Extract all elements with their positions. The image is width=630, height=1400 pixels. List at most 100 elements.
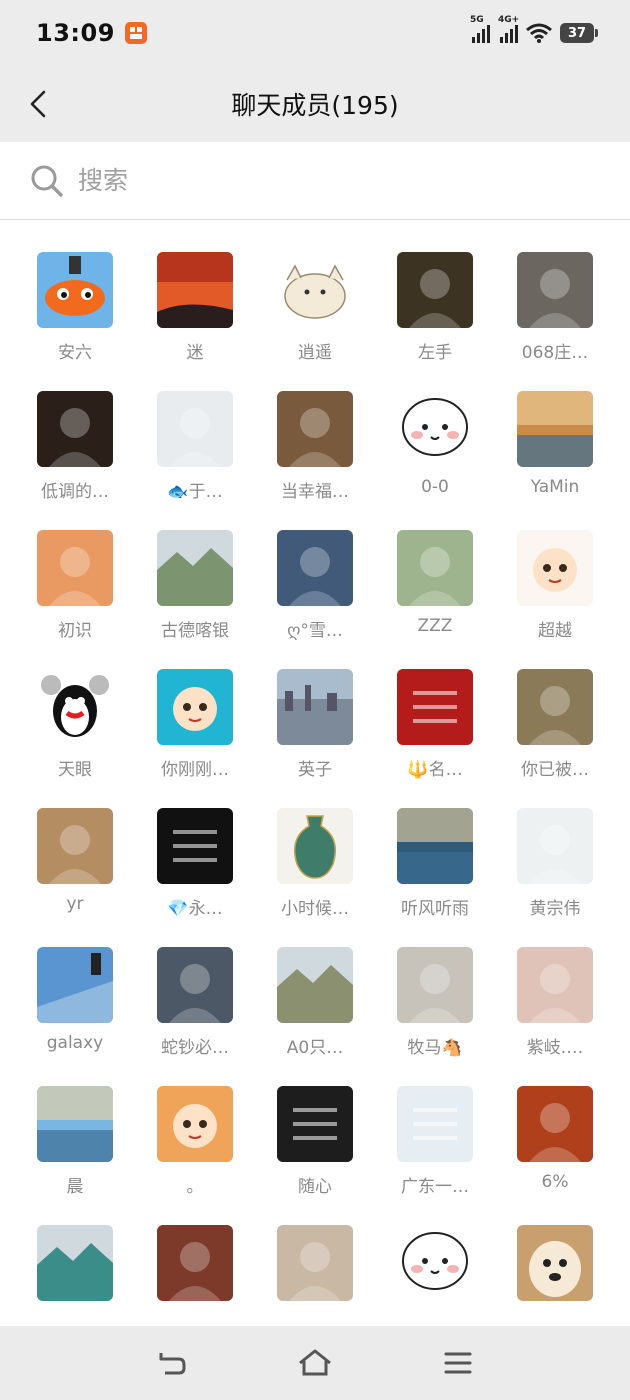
cartoon-avatar[interactable]	[157, 669, 233, 745]
search-input[interactable]	[78, 166, 558, 195]
member-item[interactable]: 天眼	[15, 647, 135, 786]
landscape-avatar[interactable]	[37, 1225, 113, 1301]
member-item[interactable]: 。	[135, 1064, 255, 1203]
member-item[interactable]: 🔱名…	[375, 647, 495, 786]
photo-avatar[interactable]	[277, 530, 353, 606]
cartoon-avatar[interactable]	[517, 530, 593, 606]
member-item[interactable]: 英子	[255, 647, 375, 786]
back-button[interactable]	[18, 84, 58, 124]
member-item[interactable]: 💎永…	[135, 786, 255, 925]
nav-back-button[interactable]	[142, 1338, 202, 1388]
member-item[interactable]: 初识	[15, 508, 135, 647]
photo-avatar[interactable]	[157, 391, 233, 467]
member-item[interactable]: 超越	[495, 508, 615, 647]
photo-avatar[interactable]	[157, 947, 233, 1023]
nav-menu-button[interactable]	[428, 1338, 488, 1388]
member-item[interactable]: 迷	[135, 230, 255, 369]
member-item[interactable]: yr	[15, 786, 135, 925]
photo-avatar[interactable]	[397, 947, 473, 1023]
photo-avatar[interactable]	[37, 808, 113, 884]
member-item[interactable]: 你刚刚…	[135, 647, 255, 786]
text-avatar[interactable]	[157, 808, 233, 884]
member-item[interactable]: 广东一…	[375, 1064, 495, 1203]
photo-avatar[interactable]	[397, 252, 473, 328]
member-item[interactable]: 左手	[375, 230, 495, 369]
photo-avatar[interactable]	[37, 530, 113, 606]
photo-avatar[interactable]	[277, 391, 353, 467]
member-item[interactable]: ღ°雪…	[255, 508, 375, 647]
duck-avatar[interactable]	[37, 252, 113, 328]
member-item[interactable]: 0-0	[375, 369, 495, 508]
member-item[interactable]: 安六	[15, 230, 135, 369]
member-name: ZZZ	[417, 616, 453, 636]
member-item[interactable]	[255, 1203, 375, 1342]
member-name: 紫岐.…	[526, 1038, 584, 1058]
member-name: 068庄…	[521, 343, 589, 363]
photo-avatar[interactable]	[517, 252, 593, 328]
member-item[interactable]: 随心	[255, 1064, 375, 1203]
photo-avatar[interactable]	[517, 808, 593, 884]
dog-avatar[interactable]	[517, 1225, 593, 1301]
photo-avatar[interactable]	[517, 669, 593, 745]
member-item[interactable]: 牧马🐴	[375, 925, 495, 1064]
member-item[interactable]: 听风听雨	[375, 786, 495, 925]
member-name: 逍遥	[298, 343, 332, 363]
member-name: 广东一…	[401, 1177, 469, 1197]
member-item[interactable]	[15, 1203, 135, 1342]
member-item[interactable]: 低调的…	[15, 369, 135, 508]
member-item[interactable]	[375, 1203, 495, 1342]
member-item[interactable]: 逍遥	[255, 230, 375, 369]
wifi-icon	[526, 23, 552, 43]
cartoon-avatar[interactable]	[157, 1086, 233, 1162]
search-bar[interactable]	[0, 142, 630, 220]
text-avatar[interactable]	[397, 669, 473, 745]
landscape-avatar[interactable]	[277, 947, 353, 1023]
member-item[interactable]: 黄宗伟	[495, 786, 615, 925]
page-title: 聊天成员(195)	[231, 91, 399, 120]
face-avatar[interactable]	[397, 1225, 473, 1301]
member-item[interactable]: YaMin	[495, 369, 615, 508]
city-avatar[interactable]	[277, 669, 353, 745]
sunset-avatar[interactable]	[157, 252, 233, 328]
member-item[interactable]: 古德喀银	[135, 508, 255, 647]
member-item[interactable]: A0只…	[255, 925, 375, 1064]
sky-avatar[interactable]	[37, 947, 113, 1023]
photo-avatar[interactable]	[517, 947, 593, 1023]
member-item[interactable]: galaxy	[15, 925, 135, 1064]
photo-avatar[interactable]	[517, 1086, 593, 1162]
member-item[interactable]: 068庄…	[495, 230, 615, 369]
cat-avatar[interactable]	[277, 252, 353, 328]
member-item[interactable]: 当幸福…	[255, 369, 375, 508]
text-avatar[interactable]	[277, 1086, 353, 1162]
member-name: 迷	[186, 343, 204, 363]
photo-avatar[interactable]	[397, 530, 473, 606]
member-item[interactable]: 小时候…	[255, 786, 375, 925]
text-avatar[interactable]	[397, 1086, 473, 1162]
face-avatar[interactable]	[397, 391, 473, 467]
sea-avatar[interactable]	[397, 808, 473, 884]
member-item[interactable]: 6%	[495, 1064, 615, 1203]
member-item[interactable]: 🐟于…	[135, 369, 255, 508]
photo-avatar[interactable]	[157, 1225, 233, 1301]
member-item[interactable]	[495, 1203, 615, 1342]
member-name: 🔱名…	[407, 760, 463, 780]
member-item[interactable]: 你已被…	[495, 647, 615, 786]
member-item[interactable]: ZZZ	[375, 508, 495, 647]
member-name: 💎永…	[167, 899, 223, 919]
vase-avatar[interactable]	[277, 808, 353, 884]
member-name: 晨	[66, 1177, 84, 1197]
penguin-avatar[interactable]	[37, 669, 113, 745]
member-name: 当幸福…	[281, 482, 349, 502]
member-item[interactable]: 晨	[15, 1064, 135, 1203]
member-item[interactable]: 蛇钞必…	[135, 925, 255, 1064]
member-grid: 安六 迷 逍遥 左手 068庄… 低调的… 🐟于… 当幸福… 0-0 YaMin 初识 古德喀银 ღ°雪…	[15, 230, 615, 1342]
sea-avatar[interactable]	[517, 391, 593, 467]
photo-avatar[interactable]	[277, 1225, 353, 1301]
nav-home-button[interactable]	[285, 1338, 345, 1388]
member-item[interactable]: 紫岐.…	[495, 925, 615, 1064]
sea-avatar[interactable]	[37, 1086, 113, 1162]
landscape-avatar[interactable]	[157, 530, 233, 606]
member-item[interactable]	[135, 1203, 255, 1342]
photo-avatar[interactable]	[37, 391, 113, 467]
status-time: 13:09	[36, 19, 115, 47]
